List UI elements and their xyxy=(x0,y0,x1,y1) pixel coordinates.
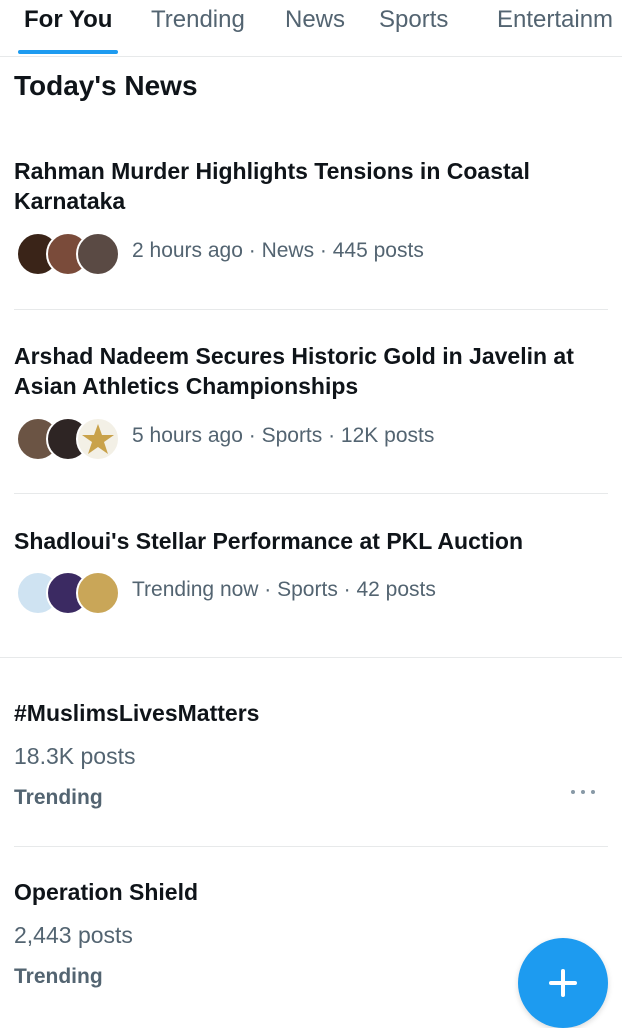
trend-item[interactable]: #MuslimsLivesMatters 18.3K posts Trendin… xyxy=(0,700,622,820)
tab-entertainment[interactable]: Entertainm xyxy=(497,6,613,34)
news-item[interactable]: Shadloui's Stellar Performance at PKL Au… xyxy=(0,526,622,626)
tab-news[interactable]: News xyxy=(285,6,345,34)
section-title: Today's News xyxy=(14,70,198,101)
divider xyxy=(14,493,608,494)
avatar xyxy=(76,232,120,276)
active-tab-indicator xyxy=(18,50,118,54)
avatar-stack xyxy=(16,571,120,615)
trend-label: Trending xyxy=(14,786,103,809)
avatar-stack xyxy=(16,417,120,461)
trend-post-count: 2,443 posts xyxy=(14,922,133,948)
divider xyxy=(14,309,608,310)
news-item[interactable]: Arshad Nadeem Secures Historic Gold in J… xyxy=(0,341,622,471)
divider xyxy=(0,657,622,658)
trend-label: Trending xyxy=(14,965,103,988)
news-title: Shadloui's Stellar Performance at PKL Au… xyxy=(14,528,524,554)
news-meta: 2 hours ago · News · 445 posts xyxy=(14,232,614,276)
tab-trending[interactable]: Trending xyxy=(151,6,245,34)
avatar-stack xyxy=(16,232,120,276)
compose-button[interactable] xyxy=(518,938,608,1028)
tab-for-you[interactable]: For You xyxy=(24,6,112,34)
divider xyxy=(14,846,608,847)
tab-bar: For You Trending News Sports Entertainm xyxy=(0,0,622,57)
news-meta-text: 2 hours ago · News · 445 posts xyxy=(132,239,424,262)
news-meta: 5 hours ago · Sports · 12K posts xyxy=(14,417,614,461)
news-title: Arshad Nadeem Secures Historic Gold in J… xyxy=(14,343,574,399)
news-item[interactable]: Rahman Murder Highlights Tensions in Coa… xyxy=(0,156,622,286)
star-logo-avatar xyxy=(76,417,120,461)
news-title: Rahman Murder Highlights Tensions in Coa… xyxy=(14,158,530,214)
news-meta: Trending now · Sports · 42 posts xyxy=(14,571,614,615)
tab-sports[interactable]: Sports xyxy=(379,6,448,34)
trend-name: Operation Shield xyxy=(14,879,199,905)
trend-name: #MuslimsLivesMatters xyxy=(14,700,260,726)
star-icon xyxy=(82,424,114,454)
news-meta-text: 5 hours ago · Sports · 12K posts xyxy=(132,424,435,447)
more-dots-icon[interactable] xyxy=(566,780,600,804)
plus-icon xyxy=(549,969,577,997)
news-meta-text: Trending now · Sports · 42 posts xyxy=(132,578,436,601)
trend-post-count: 18.3K posts xyxy=(14,743,136,769)
avatar xyxy=(76,571,120,615)
